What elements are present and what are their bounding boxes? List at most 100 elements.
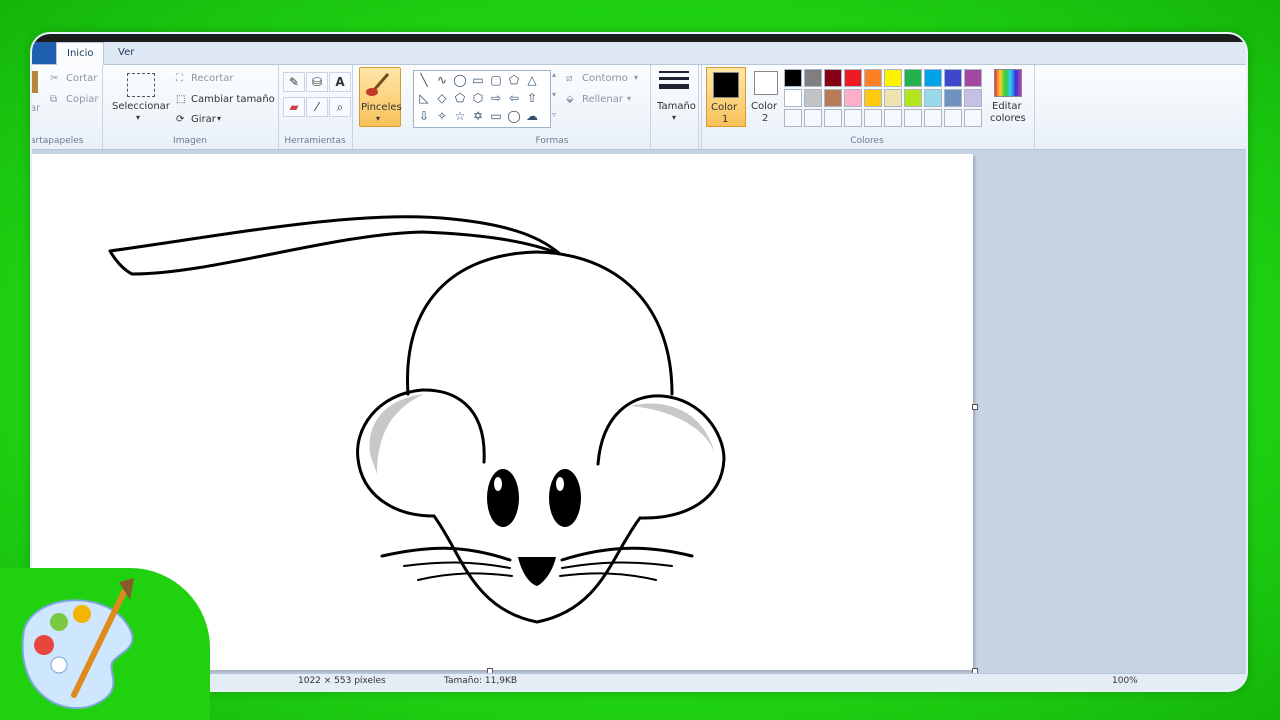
- size-group: Tamaño ▾: [650, 65, 702, 149]
- select-button[interactable]: Seleccionar: [112, 101, 170, 112]
- text-tool-icon[interactable]: A: [329, 72, 351, 92]
- tab-inicio[interactable]: Inicio: [56, 42, 105, 65]
- color-swatch[interactable]: [904, 109, 922, 127]
- color-swatch[interactable]: [824, 109, 842, 127]
- shapes-scroll-up-icon[interactable]: ▴: [552, 70, 556, 79]
- paste-button[interactable]: ar: [32, 103, 40, 114]
- brush-icon: [366, 73, 390, 96]
- color-picker-icon[interactable]: ⁄: [306, 97, 328, 117]
- rotate-button[interactable]: Girar: [191, 114, 216, 125]
- fill-shape-icon: ⬙: [566, 94, 574, 105]
- size-button[interactable]: Tamaño ▾: [651, 65, 701, 135]
- five-point-star-shape-icon[interactable]: ☆: [452, 108, 468, 124]
- crop-button[interactable]: Recortar: [191, 73, 234, 84]
- color-swatch[interactable]: [844, 69, 862, 87]
- color-swatch[interactable]: [784, 89, 802, 107]
- color-swatch[interactable]: [964, 109, 982, 127]
- color-swatch[interactable]: [964, 89, 982, 107]
- color2-button[interactable]: Color 2: [748, 67, 784, 125]
- clipboard-label: artapapeles: [32, 136, 84, 146]
- color-swatch[interactable]: [924, 69, 942, 87]
- color-swatch[interactable]: [824, 89, 842, 107]
- polygon-shape-icon[interactable]: ⬠: [506, 72, 522, 88]
- color-swatch[interactable]: [804, 109, 822, 127]
- rotate-icon: ⟳: [176, 114, 185, 125]
- canvas-area: [32, 150, 1246, 690]
- image-group: Seleccionar ▾ ⛶ Recortar ⬚ Cambiar tamañ…: [102, 65, 279, 149]
- color-swatch[interactable]: [884, 89, 902, 107]
- magnifier-icon[interactable]: ⌕: [329, 97, 351, 117]
- resize-button[interactable]: Cambiar tamaño: [191, 94, 275, 105]
- curve-shape-icon[interactable]: ∿: [434, 72, 450, 88]
- resize-handle-right[interactable]: [972, 404, 978, 410]
- color1-button[interactable]: Color 1: [706, 67, 746, 127]
- file-menu-button[interactable]: [32, 42, 56, 64]
- fill-dropdown-icon[interactable]: ▾: [627, 94, 631, 103]
- pencil-icon[interactable]: ✎: [283, 72, 305, 92]
- colors-label: Colores: [850, 136, 884, 146]
- color-swatch[interactable]: [804, 89, 822, 107]
- select-dropdown-icon[interactable]: ▾: [136, 113, 140, 122]
- left-arrow-shape-icon[interactable]: ⇦: [506, 90, 522, 106]
- fill-button[interactable]: Rellenar: [582, 94, 623, 105]
- copy-button[interactable]: Copiar: [66, 94, 98, 105]
- down-arrow-shape-icon[interactable]: ⇩: [416, 108, 432, 124]
- four-point-star-shape-icon[interactable]: ✧: [434, 108, 450, 124]
- oval-shape-icon[interactable]: ◯: [452, 72, 468, 88]
- shapes-expand-icon[interactable]: ▿: [552, 110, 556, 119]
- color-swatch[interactable]: [904, 89, 922, 107]
- size-dropdown-icon[interactable]: ▾: [672, 113, 676, 122]
- pentagon-shape-icon[interactable]: ⬠: [452, 90, 468, 106]
- edit-colors-button[interactable]: Editar: [992, 101, 1022, 112]
- color-swatch[interactable]: [784, 109, 802, 127]
- eraser-icon[interactable]: ▰: [283, 97, 305, 117]
- color-swatch[interactable]: [784, 69, 802, 87]
- color-swatch[interactable]: [804, 69, 822, 87]
- edit-colors-icon[interactable]: [994, 69, 1022, 97]
- color-swatch[interactable]: [944, 69, 962, 87]
- whisker-right-2: [561, 561, 673, 569]
- cut-button[interactable]: Cortar: [66, 73, 97, 84]
- rotate-dropdown-icon[interactable]: ▾: [217, 114, 221, 123]
- hexagon-shape-icon[interactable]: ⬡: [470, 90, 486, 106]
- color-swatch[interactable]: [924, 109, 942, 127]
- color-swatch[interactable]: [964, 69, 982, 87]
- up-arrow-shape-icon[interactable]: ⇧: [524, 90, 540, 106]
- right-ear-shade: [630, 403, 715, 454]
- whisker-left-2: [403, 561, 511, 569]
- brushes-dropdown-icon[interactable]: ▾: [376, 114, 380, 123]
- callout-oval-shape-icon[interactable]: ◯: [506, 108, 522, 124]
- rectangle-shape-icon[interactable]: ▭: [470, 72, 486, 88]
- color-swatch[interactable]: [844, 89, 862, 107]
- fill-icon[interactable]: ⛁: [306, 72, 328, 92]
- shapes-scroll-down-icon[interactable]: ▾: [552, 90, 556, 99]
- color-swatch[interactable]: [864, 89, 882, 107]
- color-swatch[interactable]: [864, 69, 882, 87]
- six-point-star-shape-icon[interactable]: ✡: [470, 108, 486, 124]
- color-swatch[interactable]: [884, 69, 902, 87]
- callout-cloud-shape-icon[interactable]: ☁: [524, 108, 540, 124]
- triangle-shape-icon[interactable]: △: [524, 72, 540, 88]
- color-swatch[interactable]: [884, 109, 902, 127]
- rounded-rectangle-shape-icon[interactable]: ▢: [488, 72, 504, 88]
- color-swatch[interactable]: [824, 69, 842, 87]
- tools-label: Herramientas: [284, 136, 346, 146]
- color-swatch[interactable]: [944, 109, 962, 127]
- outline-button[interactable]: Contorno: [582, 73, 628, 84]
- color-swatch[interactable]: [904, 69, 922, 87]
- mouse-tail: [108, 215, 562, 276]
- brushes-button[interactable]: Pinceles ▾: [359, 67, 402, 127]
- callout-rect-shape-icon[interactable]: ▭: [488, 108, 504, 124]
- tab-ver[interactable]: Ver: [108, 42, 144, 64]
- outline-dropdown-icon[interactable]: ▾: [634, 73, 638, 82]
- right-arrow-shape-icon[interactable]: ⇨: [488, 90, 504, 106]
- line-shape-icon[interactable]: ╲: [416, 72, 432, 88]
- color-swatch[interactable]: [844, 109, 862, 127]
- color-swatch[interactable]: [944, 89, 962, 107]
- palette-icon: [21, 578, 134, 710]
- diamond-shape-icon[interactable]: ◇: [434, 90, 450, 106]
- right-triangle-shape-icon[interactable]: ◺: [416, 90, 432, 106]
- color-swatch[interactable]: [924, 89, 942, 107]
- color-swatch[interactable]: [864, 109, 882, 127]
- shapes-gallery: ╲ ∿ ◯ ▭ ▢ ⬠ △ ◺ ◇ ⬠ ⬡ ⇨ ⇦ ⇧ ⇩ ✧ ☆ ✡ ▭ ◯: [413, 70, 551, 128]
